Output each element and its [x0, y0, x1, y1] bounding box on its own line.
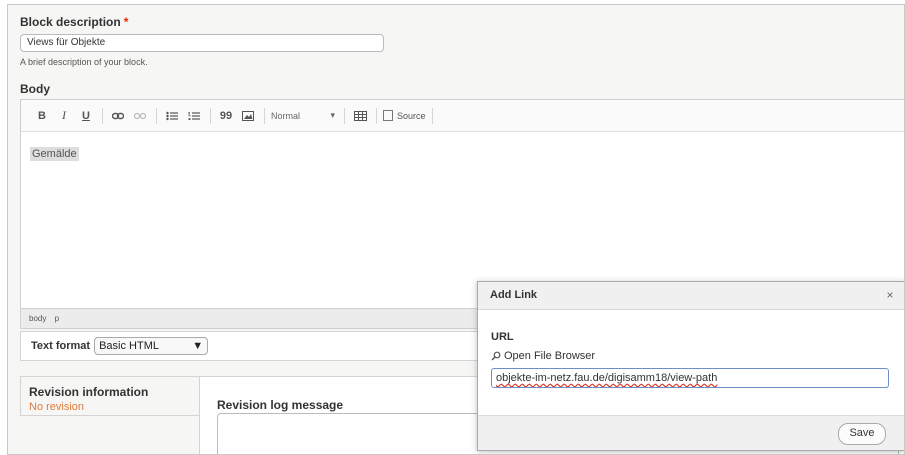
close-icon[interactable]: ×	[884, 289, 896, 301]
revision-log-label: Revision log message	[217, 398, 344, 412]
chevron-down-icon: ▾	[330, 110, 335, 120]
source-label: Source	[397, 110, 426, 121]
toolbar-divider	[264, 107, 265, 124]
body-label: Body	[20, 82, 50, 96]
table-icon[interactable]	[351, 106, 369, 126]
toolbar-divider	[102, 107, 103, 124]
toolbar-divider	[156, 107, 157, 124]
blockquote-button[interactable]: 99	[217, 106, 235, 126]
toolbar-divider	[431, 107, 433, 124]
toolbar-divider	[344, 107, 345, 124]
block-description-help: A brief description of your block.	[20, 57, 148, 67]
magnifier-icon	[491, 351, 501, 361]
italic-button[interactable]: I	[55, 106, 73, 126]
selected-text[interactable]: Gemälde	[30, 147, 79, 161]
revision-tab-summary: No revision	[29, 401, 85, 413]
toolbar-divider	[376, 107, 377, 124]
chevron-down-icon: ▼	[192, 340, 204, 352]
image-icon[interactable]	[239, 106, 257, 126]
file-browser-label: Open File Browser	[504, 350, 596, 362]
editor-toolbar: B I U 99 Normal ▾ Source	[21, 100, 904, 132]
format-dropdown-value: Normal	[271, 110, 301, 121]
source-icon	[383, 110, 393, 121]
dialog-title: Add Link	[478, 282, 904, 310]
text-format-select[interactable]: Basic HTML ▼	[94, 337, 209, 355]
url-label: URL	[491, 331, 514, 343]
path-item-body[interactable]: body	[29, 314, 46, 323]
url-input-value: objekte-im-netz.fau.de/digisamm18/view-p…	[496, 372, 718, 384]
numbered-list-icon[interactable]	[185, 106, 203, 126]
bold-button[interactable]: B	[33, 106, 51, 126]
url-input[interactable]: objekte-im-netz.fau.de/digisamm18/view-p…	[491, 368, 889, 388]
add-link-dialog: Add Link × URL Open File Browser objekte…	[477, 281, 904, 451]
source-button[interactable]: Source	[383, 110, 426, 121]
unlink-icon[interactable]	[131, 106, 149, 126]
block-description-input[interactable]: Views für Objekte	[20, 34, 384, 52]
revision-information-tab[interactable]: Revision information No revision	[20, 376, 206, 416]
save-button[interactable]: Save	[838, 423, 886, 445]
toolbar-divider	[210, 107, 211, 124]
text-format-value: Basic HTML	[99, 340, 159, 352]
link-icon[interactable]	[109, 106, 127, 126]
underline-button[interactable]: U	[77, 106, 95, 126]
revision-tab-title: Revision information	[29, 385, 149, 399]
required-marker: *	[123, 15, 129, 29]
format-dropdown[interactable]: Normal ▾	[271, 110, 335, 121]
block-description-label: Block description *	[20, 15, 129, 29]
path-item-p[interactable]: p	[55, 314, 59, 323]
block-form: Block description * Views für Objekte A b…	[7, 4, 905, 455]
dialog-footer: Save	[478, 415, 904, 450]
text-format-label: Text format	[31, 340, 91, 352]
bulleted-list-icon[interactable]	[163, 106, 181, 126]
open-file-browser-link[interactable]: Open File Browser	[491, 350, 595, 362]
